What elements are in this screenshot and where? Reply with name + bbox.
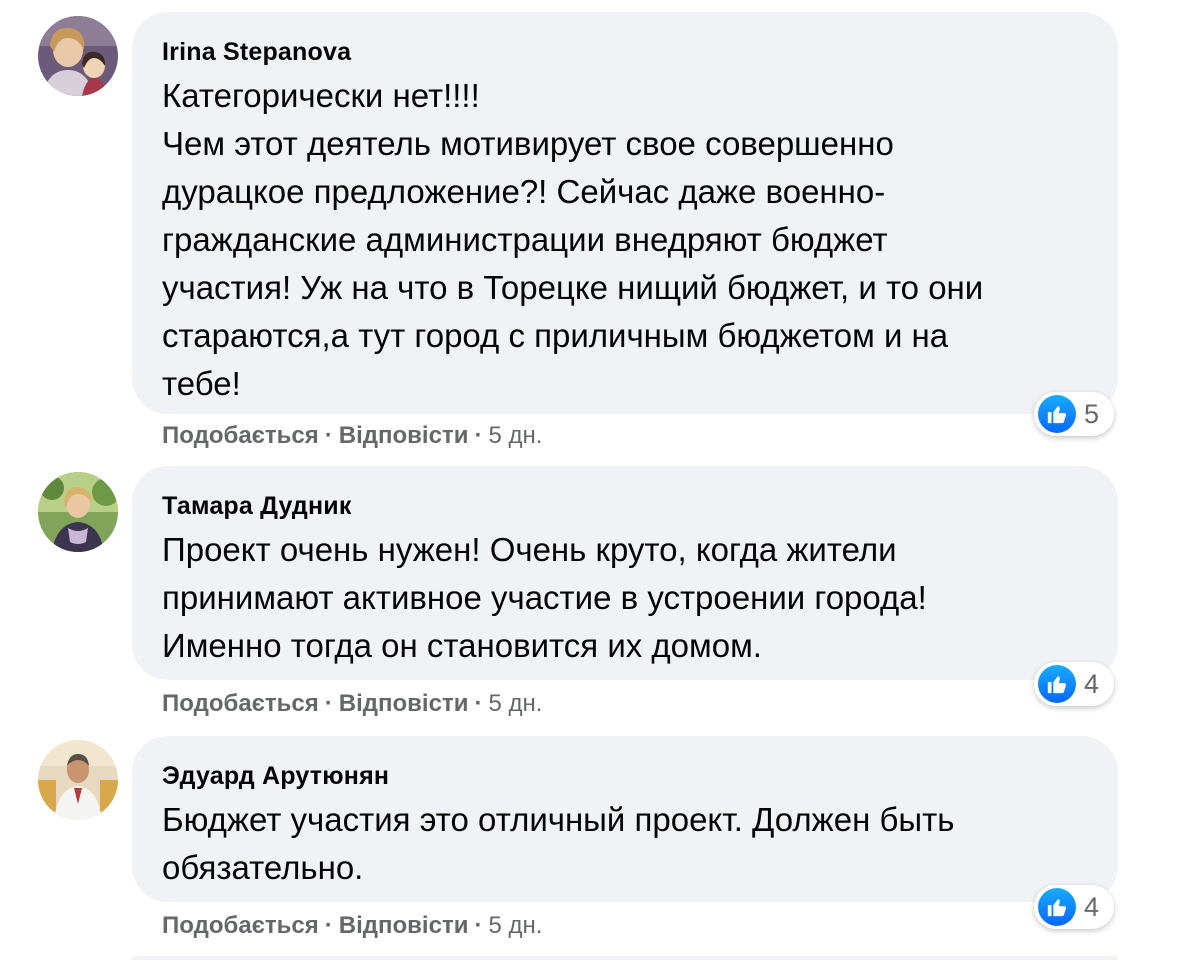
- reaction-summary[interactable]: 4: [1034, 662, 1114, 706]
- reaction-summary[interactable]: 4: [1034, 885, 1114, 929]
- separator: ·: [324, 912, 333, 939]
- separator: ·: [474, 690, 483, 717]
- avatar-photo-icon: [38, 472, 118, 552]
- reaction-count: 5: [1084, 398, 1100, 429]
- comment-text: Проект очень нужен! Очень круто, когда ж…: [162, 531, 927, 664]
- comment-bubble: Тамара Дудник Проект очень нужен! Очень …: [132, 466, 1118, 680]
- reaction-summary[interactable]: 5: [1034, 392, 1114, 436]
- reply-link[interactable]: Відповісти: [339, 422, 469, 450]
- comment-actions: Подобається · Відповісти · 5 дн.: [162, 690, 542, 718]
- timestamp-link[interactable]: 5 дн.: [488, 422, 542, 450]
- separator: ·: [324, 690, 333, 717]
- like-link[interactable]: Подобається: [162, 422, 319, 450]
- comment-bubble: Irina Stepanova Категорически нет!!!! Че…: [132, 12, 1118, 414]
- comment-author[interactable]: Эдуард Арутюнян: [162, 760, 1088, 792]
- timestamp-link[interactable]: 5 дн.: [488, 912, 542, 940]
- avatar-photo-icon: [38, 16, 118, 96]
- thumbs-up-icon: [1038, 888, 1076, 926]
- comment-author[interactable]: Тамара Дудник: [162, 490, 1088, 522]
- comment-author[interactable]: Irina Stepanova: [162, 36, 1088, 68]
- timestamp-link[interactable]: 5 дн.: [488, 690, 542, 718]
- comment-actions: Подобається · Відповісти · 5 дн.: [162, 422, 542, 450]
- avatar[interactable]: [38, 740, 118, 820]
- thumbs-up-icon: [1038, 395, 1076, 433]
- avatar[interactable]: [38, 16, 118, 96]
- like-link[interactable]: Подобається: [162, 912, 319, 940]
- separator: ·: [474, 912, 483, 939]
- reaction-count: 4: [1084, 891, 1100, 922]
- comment-actions: Подобається · Відповісти · 5 дн.: [162, 912, 542, 940]
- avatar-photo-icon: [38, 740, 118, 820]
- comment-bubble: Эдуард Арутюнян Бюджет участия это отлич…: [132, 736, 1118, 902]
- separator: ·: [324, 422, 333, 449]
- separator: ·: [474, 422, 483, 449]
- comments-page: Irina Stepanova Категорически нет!!!! Че…: [0, 0, 1200, 960]
- reply-link[interactable]: Відповісти: [339, 912, 469, 940]
- comment-text: Категорически нет!!!! Чем этот деятель м…: [162, 77, 984, 402]
- thumbs-up-icon: [1038, 665, 1076, 703]
- reaction-count: 4: [1084, 668, 1100, 699]
- reply-link[interactable]: Відповісти: [339, 690, 469, 718]
- comment-text: Бюджет участия это отличный проект. Долж…: [162, 801, 955, 886]
- like-link[interactable]: Подобається: [162, 690, 319, 718]
- avatar[interactable]: [38, 472, 118, 552]
- next-comment-edge: [132, 956, 1118, 960]
